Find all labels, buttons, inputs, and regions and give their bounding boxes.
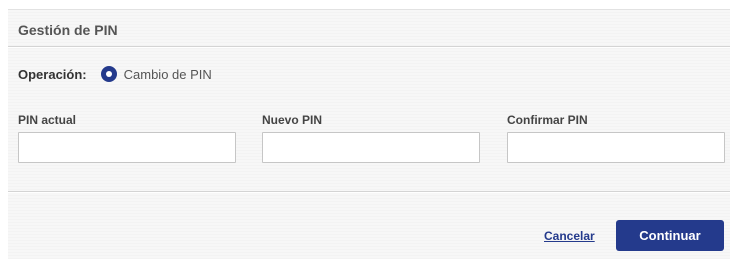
new-pin-input[interactable]	[262, 132, 480, 163]
operation-row: Operación: Cambio de PIN	[18, 66, 212, 82]
radio-selected-icon[interactable]	[100, 66, 117, 82]
continue-button[interactable]: Continuar	[616, 220, 724, 251]
radio-dot	[105, 71, 112, 77]
new-pin-label: Nuevo PIN	[262, 113, 323, 127]
panel-title: Gestión de PIN	[18, 22, 118, 38]
pin-management-panel: Gestión de PIN Operación: Cambio de PIN …	[8, 9, 730, 259]
cancel-link[interactable]: Cancelar	[544, 229, 595, 243]
header-divider	[8, 46, 730, 48]
confirm-pin-input[interactable]	[507, 132, 725, 163]
operation-label: Operación:	[18, 66, 87, 82]
current-pin-label: PIN actual	[18, 113, 77, 127]
confirm-pin-label: Confirmar PIN	[507, 113, 588, 127]
current-pin-input[interactable]	[18, 132, 236, 163]
footer-divider	[8, 191, 730, 193]
operation-option-label[interactable]: Cambio de PIN	[124, 67, 212, 82]
